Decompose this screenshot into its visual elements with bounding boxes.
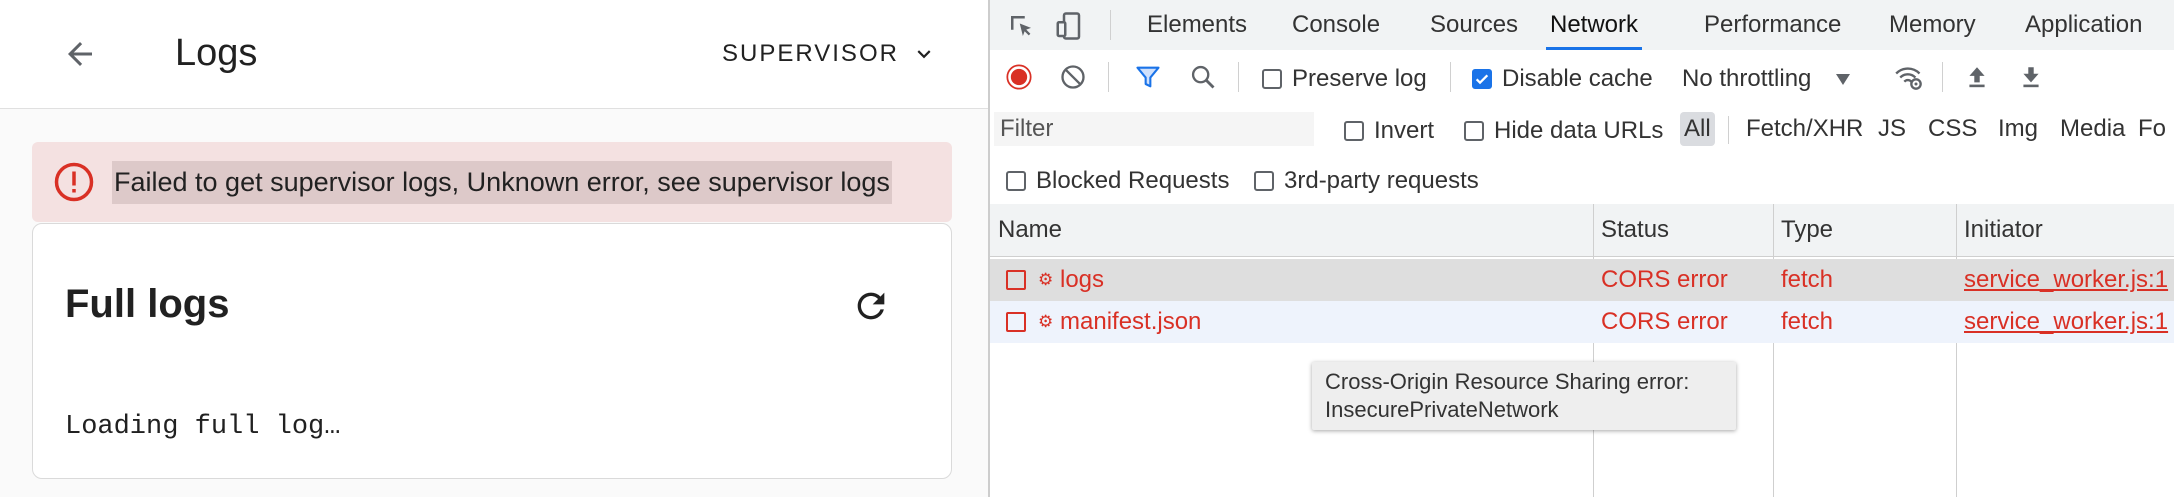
tab-sources[interactable]: Sources [1430,0,1518,50]
request-name: logs [1060,266,1105,293]
toolbar-separator [1728,116,1729,144]
logs-panel: Logs SUPERVISOR Failed to get supervisor… [0,0,988,497]
full-logs-card: Full logs Loading full log… [32,223,952,479]
invert-label: Invert [1374,117,1435,144]
column-divider[interactable] [1956,204,1957,497]
request-initiator-link[interactable]: service_worker.js:1 [1956,301,2168,343]
cors-error-tooltip: Cross-Origin Resource Sharing error: Ins… [1312,362,1736,430]
devtools-tab-bar: Elements Console Sources Network Perform… [990,0,2174,51]
disable-cache-checkbox[interactable]: Disable cache [1472,65,1653,93]
throttling-select[interactable]: No throttling [1682,65,1851,93]
service-worker-icon: ⚙ [1038,312,1054,331]
column-header-initiator[interactable]: Initiator [1956,204,2043,256]
tooltip-line-2: InsecurePrivateNetwork [1325,397,1559,422]
hide-data-urls-checkbox[interactable]: Hide data URLs [1464,117,1663,145]
checkbox-box[interactable] [1254,171,1274,191]
dropdown-triangle-icon [1836,74,1851,85]
checkbox-box-checked[interactable] [1472,69,1492,89]
checkbox-box[interactable] [1262,69,1282,89]
column-header-status[interactable]: Status [1593,204,1669,256]
tab-memory[interactable]: Memory [1889,0,1976,50]
request-filter-row: Blocked Requests 3rd-party requests [990,154,2174,205]
error-message: Failed to get supervisor logs, Unknown e… [112,160,892,204]
blocked-requests-checkbox[interactable]: Blocked Requests [1006,167,1229,195]
column-header-name[interactable]: Name [990,204,1062,256]
clear-icon[interactable] [1058,62,1088,92]
tab-performance[interactable]: Performance [1704,0,1841,50]
page-title: Logs [175,32,258,74]
refresh-button[interactable] [845,280,897,332]
arrow-left-icon [68,42,92,66]
back-button[interactable] [52,26,108,82]
filter-type-img[interactable]: Img [1994,112,2042,146]
request-type: fetch [1781,266,1834,293]
network-conditions-icon[interactable] [1892,62,1926,92]
checkbox-box[interactable] [1344,121,1364,141]
table-row[interactable]: ⚙ logs CORS error fetch service_worker.j… [990,259,2174,301]
network-toolbar: Preserve log Disable cache No throttling [990,50,2174,105]
app-toolbar: Logs SUPERVISOR [0,0,988,109]
record-icon[interactable] [1004,62,1034,92]
network-table-header: Name Status Type Initiator [990,204,2174,257]
request-row-icon [1006,270,1026,290]
preserve-log-checkbox[interactable]: Preserve log [1262,65,1427,93]
loading-text: Loading full log… [65,412,341,442]
third-party-requests-checkbox[interactable]: 3rd-party requests [1254,167,1479,195]
filter-bar: Invert Hide data URLs All Fetch/XHR JS C… [990,104,2174,154]
filter-type-media[interactable]: Media [2056,112,2129,146]
tab-elements[interactable]: Elements [1147,0,1247,50]
third-party-requests-label: 3rd-party requests [1284,167,1479,194]
tooltip-line-1: Cross-Origin Resource Sharing error: [1325,369,1690,394]
supervisor-dropdown-label: SUPERVISOR [722,40,899,67]
import-har-icon[interactable] [1962,62,1992,92]
filter-icon[interactable] [1132,62,1164,92]
toolbar-separator [1108,62,1109,92]
toolbar-separator [1942,62,1943,92]
request-status: CORS error [1601,266,1728,293]
alert-circle-icon [52,160,96,204]
error-alert: Failed to get supervisor logs, Unknown e… [32,142,952,222]
request-row-icon [1006,312,1026,332]
filter-type-font[interactable]: Fo [2134,112,2170,146]
hide-data-urls-label: Hide data URLs [1494,117,1664,144]
export-har-icon[interactable] [2016,62,2046,92]
toolbar-separator [1450,62,1451,92]
device-toolbar-icon[interactable] [1052,9,1086,43]
invert-checkbox[interactable]: Invert [1344,117,1434,145]
disable-cache-label: Disable cache [1502,65,1653,92]
chevron-down-icon [917,50,931,59]
supervisor-dropdown[interactable]: SUPERVISOR [722,34,937,74]
filter-type-fetch-xhr[interactable]: Fetch/XHR [1742,112,1867,146]
preserve-log-label: Preserve log [1292,65,1427,92]
filter-type-css[interactable]: CSS [1924,112,1981,146]
request-name: manifest.json [1060,308,1202,335]
column-divider[interactable] [1593,204,1594,497]
inspect-element-icon[interactable] [1004,9,1038,43]
refresh-icon [857,292,885,320]
search-icon[interactable] [1188,62,1218,92]
card-title: Full logs [65,282,230,326]
tab-application[interactable]: Application [2025,0,2142,50]
request-initiator-link[interactable]: service_worker.js:1 [1956,259,2168,301]
request-status: CORS error [1601,308,1728,335]
table-row[interactable]: ⚙ manifest.json CORS error fetch service… [990,301,2174,343]
blocked-requests-label: Blocked Requests [1036,167,1230,194]
throttling-label: No throttling [1682,65,1812,92]
request-type: fetch [1781,308,1834,335]
checkbox-box[interactable] [1006,171,1026,191]
tab-network[interactable]: Network [1546,0,1643,50]
filter-type-js[interactable]: JS [1874,112,1910,146]
filter-type-all[interactable]: All [1680,112,1715,146]
toolbar-separator [1110,10,1111,40]
service-worker-icon: ⚙ [1038,270,1054,289]
checkmark-icon [1475,74,1489,85]
tab-console[interactable]: Console [1292,0,1380,50]
column-divider[interactable] [1773,204,1774,497]
toolbar-separator [1238,62,1239,92]
column-header-type[interactable]: Type [1773,204,1833,256]
checkbox-box[interactable] [1464,121,1484,141]
filter-input[interactable] [994,112,1314,146]
